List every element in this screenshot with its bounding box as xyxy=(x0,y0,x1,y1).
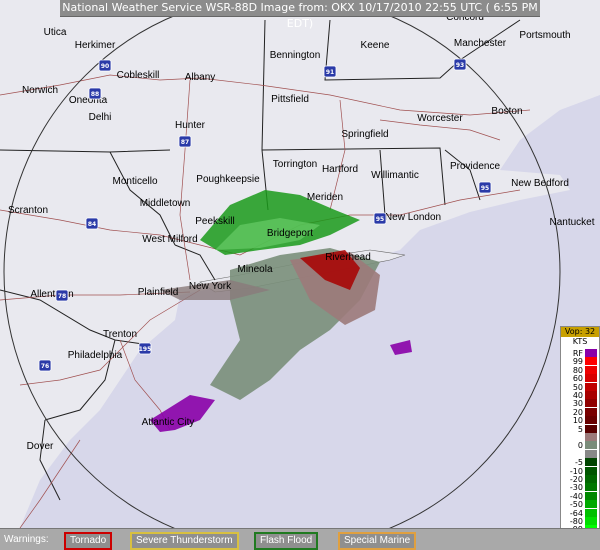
city-label: Atlantic City xyxy=(142,417,195,428)
city-label: Manchester xyxy=(454,38,507,49)
legend-swatch xyxy=(585,517,597,525)
svg-text:87: 87 xyxy=(181,139,189,146)
svg-text:195: 195 xyxy=(139,346,152,353)
warnings-bar: Warnings: Tornado Severe Thunderstorm Fl… xyxy=(0,528,600,550)
city-label: Keene xyxy=(361,40,390,51)
product-header: National Weather Service WSR-88D Image f… xyxy=(60,0,540,30)
legend-swatch xyxy=(585,441,597,450)
city-label: New London xyxy=(385,212,441,223)
svg-text:90: 90 xyxy=(101,63,109,70)
legend-swatch xyxy=(585,508,597,517)
svg-text:78: 78 xyxy=(58,293,66,300)
legend-unit: KTS xyxy=(572,337,588,346)
legend-swatch xyxy=(585,391,597,399)
city-label: Herkimer xyxy=(75,40,116,51)
legend-header: Vop: 32 KTS xyxy=(561,327,599,347)
svg-text:76: 76 xyxy=(41,363,49,370)
interstate-shield-icon: 88 xyxy=(88,87,102,100)
city-label: Boston xyxy=(491,106,522,117)
city-label: Peekskill xyxy=(195,216,234,227)
city-label: Hartford xyxy=(322,164,358,175)
interstate-shield-icon: 78 xyxy=(55,289,69,302)
svg-text:95: 95 xyxy=(376,216,384,223)
severe-thunderstorm-warning-toggle[interactable]: Severe Thunderstorm xyxy=(130,532,239,550)
city-label: Plainfield xyxy=(138,287,179,298)
legend-swatch xyxy=(585,407,597,416)
velocity-legend: Vop: 32 KTS RF 99 80 60 50 40 30 20 10 5 0 -5 -10 -20… xyxy=(560,326,600,546)
city-label: Utica xyxy=(44,27,67,38)
city-label: Hunter xyxy=(175,120,206,131)
city-label: Poughkeepsie xyxy=(196,174,260,185)
city-label: Norwich xyxy=(22,85,58,96)
legend-swatch xyxy=(585,374,597,383)
flash-flood-warning-toggle[interactable]: Flash Flood xyxy=(254,532,319,550)
legend-swatch xyxy=(585,483,597,492)
city-label: Pittsfield xyxy=(271,94,309,105)
city-label: Meriden xyxy=(307,192,343,203)
city-label: Nantucket xyxy=(549,217,594,228)
legend-product: Vop: 32 xyxy=(561,327,599,337)
legend-swatch xyxy=(585,416,597,425)
city-label: Willimantic xyxy=(371,170,419,181)
city-label: Cobleskill xyxy=(117,70,160,81)
interstate-shield-icon: 95 xyxy=(373,212,387,225)
legend-swatch xyxy=(585,500,597,509)
tornado-warning-toggle[interactable]: Tornado xyxy=(64,532,113,550)
interstate-shield-icon: 95 xyxy=(478,181,492,194)
legend-swatch xyxy=(585,466,597,475)
legend-swatch xyxy=(585,399,597,408)
interstate-shield-icon: 76 xyxy=(38,359,52,372)
radar-map: Utica Herkimer Cobleskill Albany Norwich Oneo… xyxy=(0,0,600,528)
city-label: New Bedford xyxy=(511,178,569,189)
legend-swatch xyxy=(585,491,597,500)
svg-text:84: 84 xyxy=(88,221,96,228)
city-label: Mineola xyxy=(237,264,272,275)
city-label: Monticello xyxy=(112,176,157,187)
city-label: Riverhead xyxy=(325,252,371,263)
legend-swatch xyxy=(585,449,597,458)
interstate-shield-icon: 87 xyxy=(178,135,192,148)
interstate-shield-icon: 91 xyxy=(323,65,337,78)
special-marine-warning-toggle[interactable]: Special Marine xyxy=(338,532,417,550)
svg-text:88: 88 xyxy=(91,91,99,98)
city-label: Providence xyxy=(450,161,500,172)
warnings-label: Warnings: xyxy=(4,534,49,545)
svg-text:91: 91 xyxy=(326,69,334,76)
legend-swatch xyxy=(585,357,597,366)
city-label: Bridgeport xyxy=(267,228,313,239)
radar-viewer: Utica Herkimer Cobleskill Albany Norwich Oneo… xyxy=(0,0,600,550)
city-label: Scranton xyxy=(8,205,48,216)
city-label: Oneonta xyxy=(69,95,108,106)
legend-swatch xyxy=(585,349,597,357)
city-label: Springfield xyxy=(341,129,388,140)
svg-text:93: 93 xyxy=(456,62,464,69)
legend-swatch xyxy=(585,475,597,483)
interstate-shield-icon: 84 xyxy=(85,217,99,230)
interstate-shield-icon: 93 xyxy=(453,58,467,71)
interstate-shield-icon: 90 xyxy=(98,59,112,72)
city-label: West Milford xyxy=(142,234,197,245)
legend-swatch xyxy=(585,458,597,467)
city-label: Dover xyxy=(27,441,54,452)
city-label: Trenton xyxy=(103,329,137,340)
city-label: Middletown xyxy=(140,198,191,209)
svg-text:95: 95 xyxy=(481,185,489,192)
city-label: Bennington xyxy=(270,50,321,61)
city-label: Worcester xyxy=(417,113,463,124)
legend-swatch xyxy=(585,424,597,433)
legend-swatch xyxy=(585,382,597,391)
city-label: Delhi xyxy=(89,112,112,123)
legend-swatch xyxy=(585,365,597,374)
city-label: Torrington xyxy=(273,159,317,170)
city-label: Albany xyxy=(185,72,216,83)
interstate-shield-icon: 195 xyxy=(138,342,152,355)
legend-swatch xyxy=(585,433,597,441)
city-label: New York xyxy=(189,281,232,292)
city-label: Philadelphia xyxy=(68,350,123,361)
city-label: Portsmouth xyxy=(519,30,570,41)
